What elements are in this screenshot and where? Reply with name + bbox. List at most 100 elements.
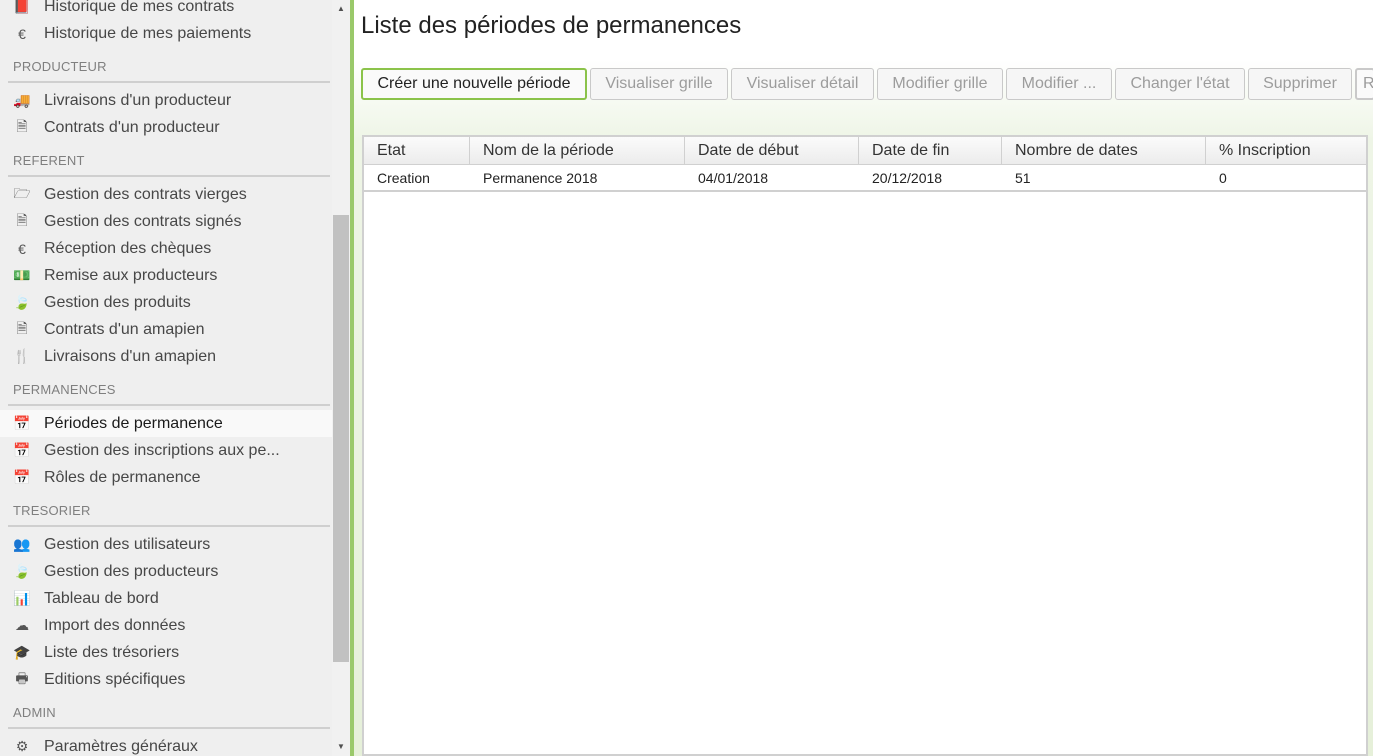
sidebar-section-referent: REFERENT: [0, 141, 332, 181]
toolbar: Créer une nouvelle période Visualiser gr…: [361, 68, 1373, 100]
cell-nombre-dates: 51: [1015, 170, 1031, 186]
sidebar-item-label: Gestion des contrats signés: [44, 212, 242, 230]
sidebar-item[interactable]: € Historique de mes paiements: [0, 20, 332, 47]
sidebar-item[interactable]: ☁ Import des données: [0, 612, 332, 639]
calendar-icon: 📅: [13, 442, 31, 458]
scroll-down-arrow-icon[interactable]: ▼: [332, 738, 350, 754]
sidebar-item[interactable]: 🍃 Gestion des producteurs: [0, 558, 332, 585]
sidebar-item-label: Remise aux producteurs: [44, 266, 218, 284]
bar-chart-icon: 📊: [13, 590, 31, 606]
sidebar-section-label: ADMIN: [13, 705, 56, 720]
sidebar-section-label: PRODUCTEUR: [13, 59, 107, 74]
sidebar-item-label: Rôles de permanence: [44, 468, 201, 486]
sidebar-item-label: Gestion des producteurs: [44, 562, 219, 580]
sidebar-item-label: Gestion des produits: [44, 293, 191, 311]
truck-icon: 🚚: [13, 92, 31, 108]
sidebar-item[interactable]: 🗎 Contrats d'un producteur: [0, 114, 332, 141]
euro-icon: €: [18, 25, 26, 42]
sidebar-item[interactable]: 📊 Tableau de bord: [0, 585, 332, 612]
sidebar-item-label: Tableau de bord: [44, 589, 159, 607]
sidebar-item[interactable]: € Réception des chèques: [0, 235, 332, 262]
sidebar-item[interactable]: 🗁 Gestion des contrats vierges: [0, 181, 332, 208]
sidebar-item[interactable]: 🎓 Liste des trésoriers: [0, 639, 332, 666]
scroll-up-arrow-icon[interactable]: ▲: [332, 0, 350, 16]
book-icon: 📕: [13, 0, 31, 14]
sidebar-item[interactable]: 💵 Remise aux producteurs: [0, 262, 332, 289]
truncated-button[interactable]: R: [1355, 68, 1373, 100]
column-header-etat[interactable]: Etat: [364, 137, 470, 164]
sidebar-item[interactable]: 🖶 Editions spécifiques: [0, 666, 332, 693]
page-title: Liste des périodes de permanences: [361, 12, 742, 39]
sidebar-section-admin: ADMIN: [0, 693, 332, 733]
column-header-date-debut[interactable]: Date de début: [685, 137, 859, 164]
column-header-nom[interactable]: Nom de la période: [470, 137, 685, 164]
calendar-icon: 📅: [13, 469, 31, 485]
sidebar-item-label: Livraisons d'un amapien: [44, 347, 217, 365]
sidebar-item-label: Gestion des inscriptions aux pe...: [44, 441, 280, 459]
sidebar-item-label: Gestion des utilisateurs: [44, 535, 211, 553]
sidebar-item-label: Contrats d'un producteur: [44, 118, 220, 136]
sidebar-section-producteur: PRODUCTEUR: [0, 47, 332, 87]
euro-icon: €: [18, 240, 26, 257]
cell-date-debut: 04/01/2018: [698, 170, 769, 186]
sidebar-item-label: Livraisons d'un producteur: [44, 91, 232, 109]
table-row[interactable]: Creation Permanence 2018 04/01/2018 20/1…: [364, 165, 1366, 192]
column-header-date-fin[interactable]: Date de fin: [859, 137, 1002, 164]
sidebar: 📕 Historique de mes contrats € Historique d…: [0, 0, 332, 756]
sidebar-item[interactable]: 🚚 Livraisons d'un producteur: [0, 87, 332, 114]
table-header: Etat Nom de la période Date de début Dat…: [364, 137, 1366, 165]
delete-button[interactable]: Supprimer: [1248, 68, 1352, 100]
sidebar-item[interactable]: 📅 Gestion des inscriptions aux pe...: [0, 437, 332, 464]
users-icon: 👥: [13, 536, 31, 552]
edit-grid-button[interactable]: Modifier grille: [877, 68, 1003, 100]
sidebar-scrollbar[interactable]: ▲ ▼: [332, 0, 350, 756]
change-state-button[interactable]: Changer l'état: [1115, 68, 1245, 100]
column-header-nombre-dates[interactable]: Nombre de dates: [1002, 137, 1206, 164]
cutlery-icon: 🍴: [13, 348, 31, 364]
sidebar-item-label: Gestion des contrats vierges: [44, 185, 247, 203]
sidebar-item-label: Périodes de permanence: [44, 414, 223, 432]
sidebar-item-label: Historique de mes paiements: [44, 24, 252, 42]
sidebar-item-label: Editions spécifiques: [44, 670, 186, 688]
scrollbar-thumb[interactable]: [333, 215, 349, 662]
sidebar-section-label: PERMANENCES: [13, 382, 116, 397]
sidebar-item[interactable]: 🗎 Gestion des contrats signés: [0, 208, 332, 235]
view-grid-button[interactable]: Visualiser grille: [590, 68, 728, 100]
edit-more-button[interactable]: Modifier ...: [1006, 68, 1112, 100]
sidebar-item[interactable]: ⚙ Paramètres généraux: [0, 733, 332, 756]
sidebar-section-permanences: PERMANENCES: [0, 370, 332, 410]
column-header-inscription[interactable]: % Inscription: [1206, 137, 1366, 164]
sidebar-item[interactable]: 📅 Rôles de permanence: [0, 464, 332, 491]
sidebar-item-label: Historique de mes contrats: [44, 0, 235, 15]
document-icon: 🗎: [16, 211, 28, 228]
sidebar-item-label: Import des données: [44, 616, 186, 634]
leaf-icon: 🍃: [13, 563, 31, 579]
cloud-download-icon: ☁: [15, 617, 29, 633]
cell-nom: Permanence 2018: [483, 170, 598, 186]
sidebar-section-label: REFERENT: [13, 153, 85, 168]
document-icon: 🗎: [16, 117, 28, 134]
sidebar-item[interactable]: 📅 Périodes de permanence: [0, 410, 332, 437]
money-icon: 💵: [13, 267, 31, 283]
document-icon: 🗎: [16, 319, 28, 336]
sidebar-item-label: Réception des chèques: [44, 239, 212, 257]
cog-icon: ⚙: [15, 738, 29, 754]
sidebar-item[interactable]: 📕 Historique de mes contrats: [0, 0, 332, 20]
calendar-icon: 📅: [13, 415, 31, 431]
graduation-cap-icon: 🎓: [13, 644, 31, 660]
cell-inscription: 0: [1219, 170, 1227, 186]
cell-etat: Creation: [377, 170, 430, 186]
sidebar-menu: 📕 Historique de mes contrats € Historique d…: [0, 0, 332, 756]
periods-table: Etat Nom de la période Date de début Dat…: [362, 135, 1368, 756]
sidebar-item[interactable]: 🗎 Contrats d'un amapien: [0, 316, 332, 343]
print-icon: 🖶: [15, 669, 29, 686]
sidebar-item[interactable]: 🍃 Gestion des produits: [0, 289, 332, 316]
sidebar-item-label: Contrats d'un amapien: [44, 320, 205, 338]
sidebar-item[interactable]: 👥 Gestion des utilisateurs: [0, 531, 332, 558]
create-period-button[interactable]: Créer une nouvelle période: [361, 68, 587, 100]
sidebar-item-label: Liste des trésoriers: [44, 643, 180, 661]
sidebar-item[interactable]: 🍴 Livraisons d'un amapien: [0, 343, 332, 370]
folder-open-icon: 🗁: [13, 184, 31, 201]
view-detail-button[interactable]: Visualiser détail: [731, 68, 874, 100]
sidebar-section-tresorier: TRESORIER: [0, 491, 332, 531]
